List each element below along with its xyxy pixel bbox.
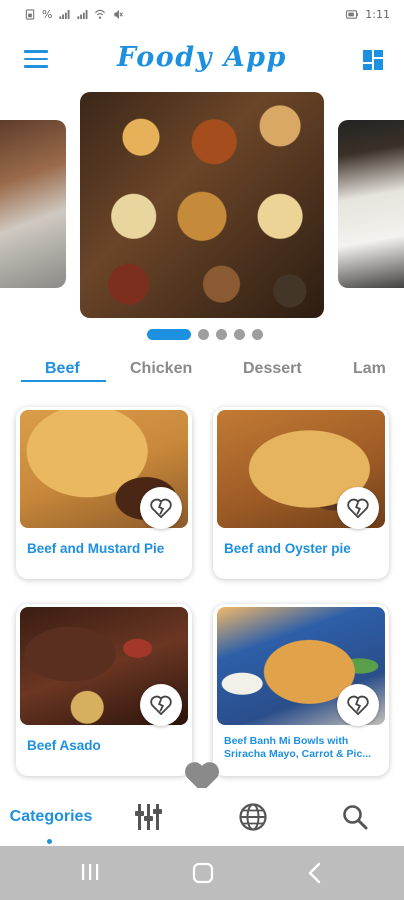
heart-broken-icon <box>347 695 369 715</box>
bottom-navigation: Categories <box>0 788 404 846</box>
nav-categories[interactable]: Categories <box>0 788 102 846</box>
app-title: Foody App <box>117 42 287 73</box>
globe-icon <box>239 803 267 831</box>
carousel-dot[interactable] <box>234 329 245 340</box>
app-bar: Foody App <box>0 38 404 84</box>
featured-carousel[interactable] <box>0 90 404 320</box>
status-left: % <box>24 8 124 21</box>
sim-icon <box>25 8 35 20</box>
status-right: 1:11 <box>345 8 390 21</box>
favorite-button[interactable] <box>140 684 182 726</box>
system-navigation-bar <box>0 846 404 900</box>
favorite-button[interactable] <box>337 487 379 529</box>
carousel-slide-active[interactable] <box>80 92 324 318</box>
meal-title: Beef Banh Mi Bowls with Sriracha Mayo, C… <box>224 735 372 760</box>
status-bar: % 1:11 <box>0 0 404 28</box>
battery-icon <box>346 9 359 19</box>
meal-card[interactable]: Beef Banh Mi Bowls with Sriracha Mayo, C… <box>213 604 389 776</box>
tab-active-indicator <box>21 380 106 382</box>
home-icon[interactable] <box>192 862 214 884</box>
nav-areas[interactable] <box>218 788 288 846</box>
favorite-button[interactable] <box>140 487 182 529</box>
meal-card[interactable]: Beef and Oyster pie <box>213 407 389 579</box>
favorite-button[interactable] <box>337 684 379 726</box>
meal-card[interactable]: Beef Asado <box>16 604 192 776</box>
carousel-slide-prev[interactable] <box>0 120 66 288</box>
carousel-dot[interactable] <box>216 329 227 340</box>
heart-broken-icon <box>150 498 172 518</box>
signal-icon-2 <box>77 9 88 19</box>
tab-beef[interactable]: Beef <box>45 360 80 378</box>
back-icon[interactable] <box>306 862 324 884</box>
search-icon <box>343 805 368 830</box>
heart-broken-icon <box>150 695 172 715</box>
carousel-dot[interactable] <box>198 329 209 340</box>
meal-title: Beef and Mustard Pie <box>27 541 165 556</box>
recent-apps-icon[interactable] <box>80 862 100 882</box>
signal-icon <box>59 9 70 19</box>
tab-chicken[interactable]: Chicken <box>130 360 192 378</box>
category-tabs: Beef Chicken Dessert Lam <box>0 356 404 386</box>
nav-search[interactable] <box>320 788 390 846</box>
nav-active-indicator <box>47 839 52 844</box>
wifi-icon <box>95 9 106 19</box>
nav-ingredients[interactable] <box>116 788 186 846</box>
clock-text: 1:11 <box>365 7 390 21</box>
heart-broken-icon <box>347 498 369 518</box>
carousel-indicator <box>147 329 263 340</box>
mute-icon <box>114 9 124 19</box>
meal-card[interactable]: Beef and Mustard Pie <box>16 407 192 579</box>
tab-lamb[interactable]: Lam <box>353 360 386 378</box>
carousel-dot[interactable] <box>252 329 263 340</box>
nav-categories-label: Categories <box>9 808 93 825</box>
meal-title: Beef Asado <box>27 738 101 753</box>
carousel-dot-active[interactable] <box>147 329 191 340</box>
carousel-slide-next[interactable] <box>338 120 404 288</box>
meal-title: Beef and Oyster pie <box>224 541 351 556</box>
data-percent-text: % <box>42 7 53 21</box>
ingredients-filter-icon <box>135 804 162 830</box>
grid-view-icon[interactable] <box>362 49 384 71</box>
tab-dessert[interactable]: Dessert <box>243 360 302 378</box>
